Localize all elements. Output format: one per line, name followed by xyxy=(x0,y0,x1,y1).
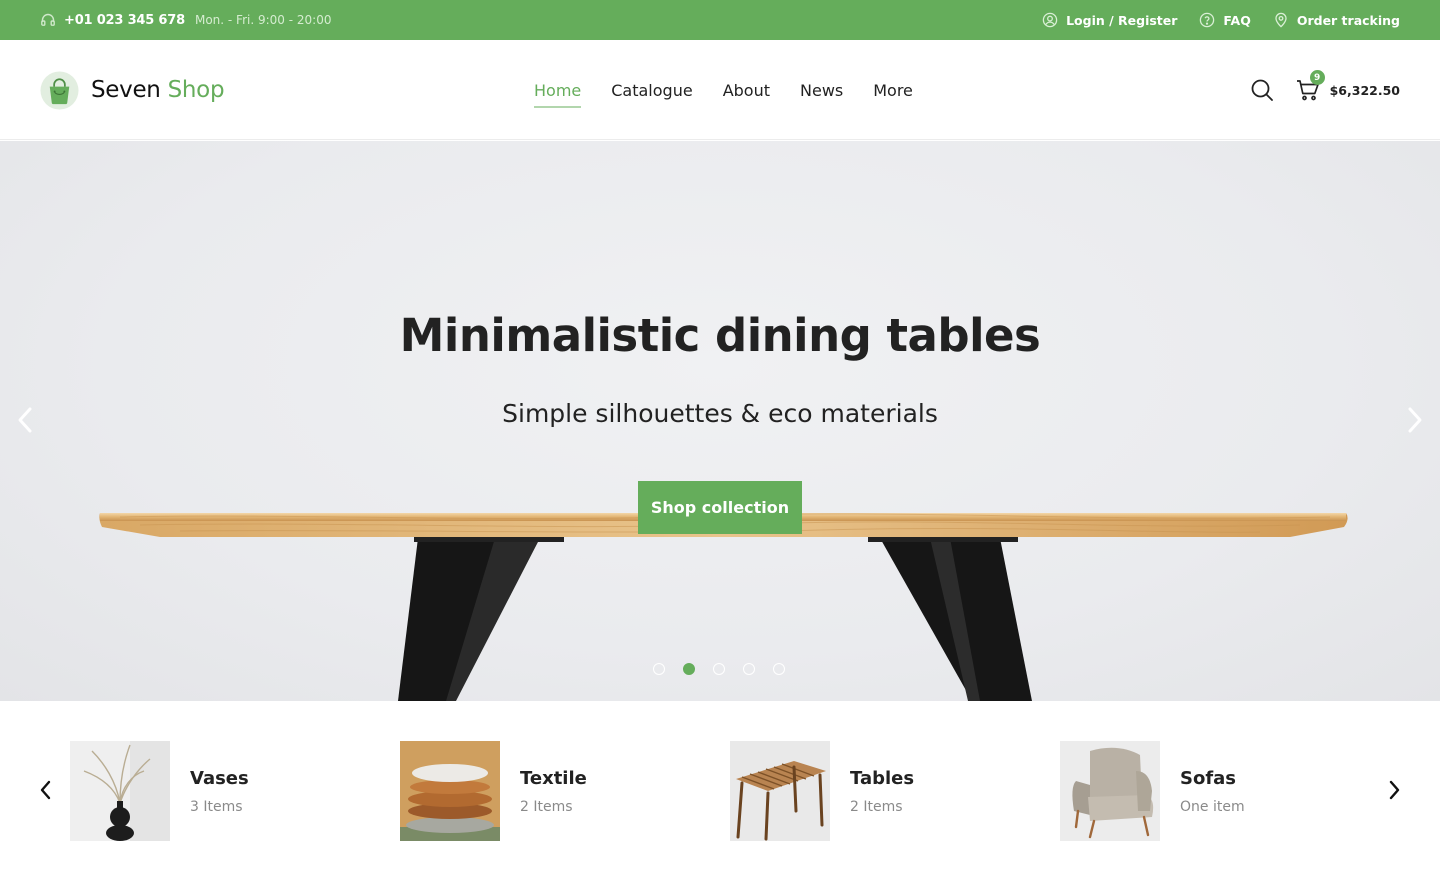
location-pin-icon xyxy=(1275,12,1287,28)
hero-slider: Minimalistic dining tables Simple silhou… xyxy=(0,141,1440,701)
armchair-image xyxy=(1060,741,1160,841)
header-actions: 9 $6,322.50 xyxy=(1250,40,1400,140)
login-register-link[interactable]: Login / Register xyxy=(1042,12,1177,28)
category-card-sofas[interactable]: Sofas One item xyxy=(1060,741,1245,841)
main-header: Seven Shop Home Catalogue About News Mor… xyxy=(0,40,1440,140)
slider-pagination xyxy=(653,663,785,675)
category-image-vases xyxy=(70,741,170,841)
nav-about[interactable]: About xyxy=(723,75,770,106)
nav-more[interactable]: More xyxy=(873,75,913,106)
headset-icon xyxy=(41,13,55,26)
category-card-tables[interactable]: Tables 2 Items xyxy=(730,741,914,841)
category-name-vases: Vases xyxy=(190,767,249,789)
slider-dot-4[interactable] xyxy=(743,663,755,675)
contact-info: +01 023 345 678 Mon. - Fri. 9:00 - 20:00 xyxy=(40,0,331,40)
main-nav: Home Catalogue About News More xyxy=(534,40,913,140)
category-count-vases: 3 Items xyxy=(190,798,243,815)
shop-collection-button[interactable]: Shop collection xyxy=(638,481,802,534)
category-image-sofas xyxy=(1060,741,1160,841)
category-next-arrow-icon[interactable] xyxy=(1387,779,1401,801)
brand-name-part2: Shop xyxy=(167,77,225,103)
hero-subtitle: Simple silhouettes & eco materials xyxy=(502,399,938,428)
brand-name-part1: Seven xyxy=(91,77,161,103)
nav-catalogue[interactable]: Catalogue xyxy=(611,75,692,106)
category-card-vases[interactable]: Vases 3 Items xyxy=(70,741,249,841)
slider-dot-5[interactable] xyxy=(773,663,785,675)
order-tracking-link[interactable]: Order tracking xyxy=(1273,12,1400,28)
category-name-sofas: Sofas xyxy=(1180,767,1237,789)
phone-number[interactable]: +01 023 345 678 xyxy=(64,13,185,28)
nav-home[interactable]: Home xyxy=(534,75,582,108)
category-prev-arrow-icon[interactable] xyxy=(39,779,53,801)
user-icon xyxy=(1042,12,1058,28)
cart-button[interactable]: 9 $6,322.50 xyxy=(1296,70,1400,102)
nav-news[interactable]: News xyxy=(800,75,843,106)
category-count-tables: 2 Items xyxy=(850,798,903,815)
category-name-textile: Textile xyxy=(520,767,587,789)
category-card-textile[interactable]: Textile 2 Items xyxy=(400,741,587,841)
login-register-label: Login / Register xyxy=(1066,12,1178,28)
category-name-tables: Tables xyxy=(850,767,915,789)
shopping-bag-logo-icon xyxy=(40,70,79,110)
top-links: Login / Register FAQ Order tracking xyxy=(1042,0,1400,40)
category-count-sofas: One item xyxy=(1180,798,1245,815)
slider-dot-1[interactable] xyxy=(653,663,665,675)
search-icon[interactable] xyxy=(1250,78,1274,102)
category-image-tables xyxy=(730,741,830,841)
question-icon xyxy=(1200,12,1215,28)
faq-link[interactable]: FAQ xyxy=(1199,12,1251,28)
pillows-image xyxy=(400,741,500,841)
slider-dot-3[interactable] xyxy=(713,663,725,675)
faq-label: FAQ xyxy=(1223,12,1251,28)
cart-total: $6,322.50 xyxy=(1329,82,1400,98)
category-carousel: Vases 3 Items Textile 2 Items Tables 2 I… xyxy=(0,701,1440,870)
slatted-table-image xyxy=(730,741,830,841)
top-bar: +01 023 345 678 Mon. - Fri. 9:00 - 20:00… xyxy=(0,0,1440,40)
logo[interactable]: Seven Shop xyxy=(40,70,225,110)
cart-count-badge: 9 xyxy=(1309,70,1325,85)
brand-name: Seven Shop xyxy=(91,77,225,103)
hero-title: Minimalistic dining tables xyxy=(399,309,1041,362)
vase-image xyxy=(70,741,170,841)
working-hours: Mon. - Fri. 9:00 - 20:00 xyxy=(194,13,332,27)
order-tracking-label: Order tracking xyxy=(1296,12,1400,28)
category-image-textile xyxy=(400,741,500,841)
slider-dot-2[interactable] xyxy=(683,663,695,675)
category-count-textile: 2 Items xyxy=(520,798,573,815)
